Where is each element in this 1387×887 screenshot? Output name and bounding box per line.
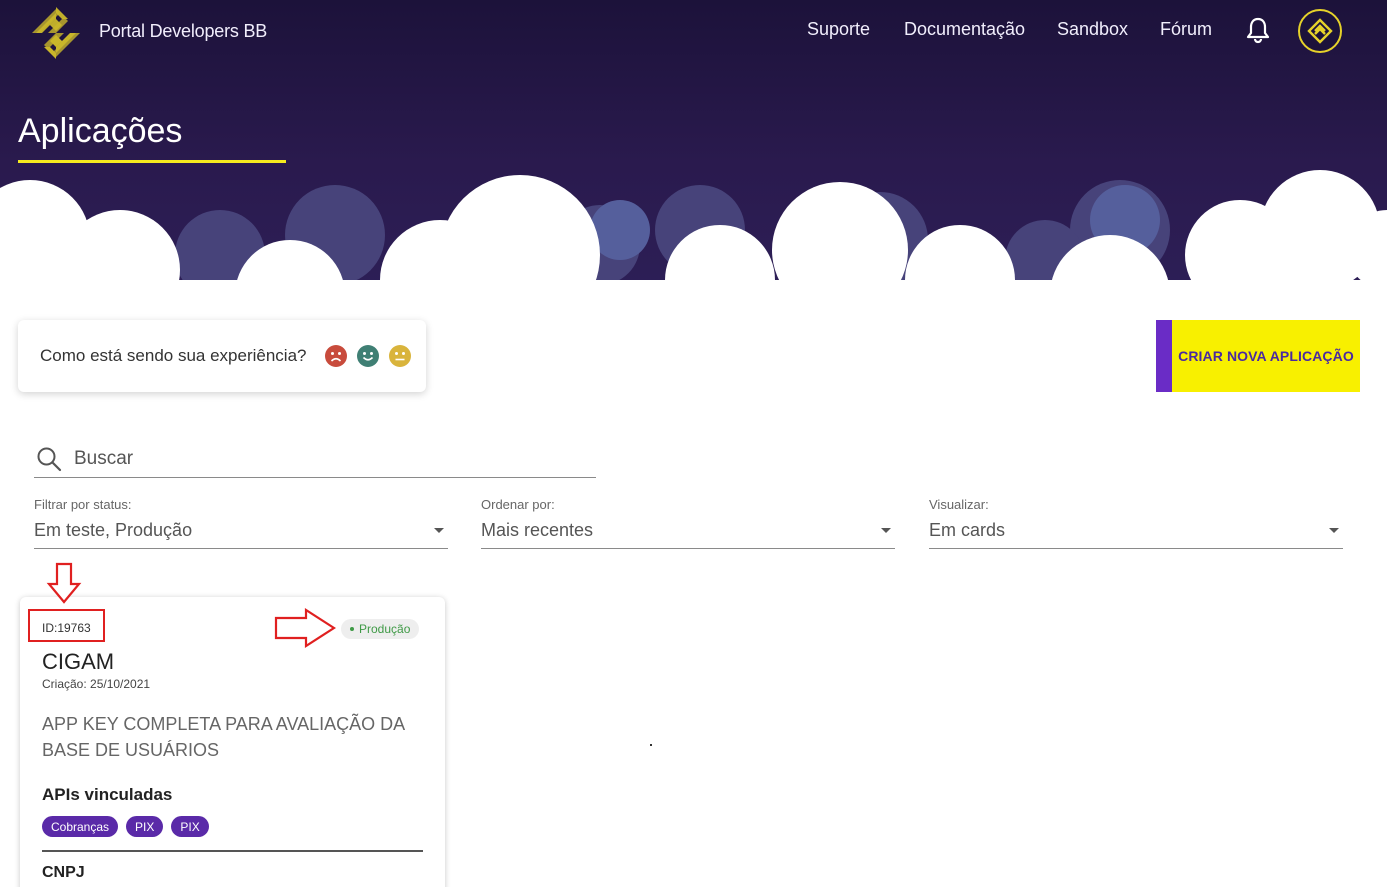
brand-name: Portal Developers BB [99, 21, 268, 41]
nav-documentacao[interactable]: Documentação [904, 19, 1025, 40]
application-description: APP KEY COMPLETA PARA AVALIAÇÃO DA BASE … [42, 714, 405, 760]
nav-forum[interactable]: Fórum [1160, 19, 1212, 40]
cloud-decoration [0, 170, 1387, 300]
view-select[interactable]: Visualizar: Em cards [929, 497, 1343, 549]
header-banner: Portal Developers BB Suporte Documentaçã… [0, 0, 1387, 300]
chevron-down-icon [1329, 528, 1339, 533]
application-name: CIGAM [42, 649, 115, 674]
happy-face-icon[interactable] [356, 345, 379, 367]
down-arrow-annotation-icon [46, 562, 82, 604]
chevron-down-icon [434, 528, 444, 533]
title-underline [18, 160, 286, 163]
feedback-card: Como está sendo sua experiência? [18, 320, 426, 392]
card-divider [42, 850, 423, 852]
view-value: Em cards [929, 520, 1006, 540]
linked-apis-list: Cobranças PIX PIX [42, 816, 217, 837]
annotation-highlight-box [28, 609, 105, 642]
sort-select[interactable]: Ordenar por: Mais recentes [481, 497, 895, 549]
cnpj-title: CNPJ [42, 864, 85, 881]
api-tag: PIX [126, 816, 164, 837]
view-label: Visualizar: [929, 497, 989, 512]
avatar[interactable] [1298, 9, 1342, 53]
bb-logo-icon[interactable] [28, 5, 84, 61]
status-badge: Produção [341, 619, 420, 639]
nav-suporte[interactable]: Suporte [807, 19, 870, 40]
right-arrow-annotation-icon [274, 608, 336, 648]
status-filter-label: Filtrar por status: [34, 497, 132, 512]
search-icon [37, 447, 62, 472]
status-filter-value: Em teste, Produção [34, 520, 193, 540]
feedback-question: Como está sendo sua experiência? [40, 346, 307, 365]
status-filter-select[interactable]: Filtrar por status: Em teste, Produção [34, 497, 448, 549]
status-dot-icon [350, 627, 354, 631]
api-tag: PIX [171, 816, 209, 837]
linked-apis-title: APIs vinculadas [42, 785, 173, 804]
sort-value: Mais recentes [481, 520, 594, 540]
status-label: Produção [359, 622, 411, 636]
sad-face-icon[interactable] [324, 345, 347, 367]
search-bar [34, 442, 596, 478]
search-input[interactable] [74, 446, 574, 472]
bb-logo-icon [1307, 18, 1333, 44]
bell-icon[interactable] [1244, 16, 1272, 44]
page-title: Aplicações [18, 112, 183, 150]
application-created-date: Criação: 25/10/2021 [42, 677, 151, 691]
api-tag: Cobranças [42, 816, 119, 837]
nav-sandbox[interactable]: Sandbox [1057, 19, 1128, 40]
create-application-button[interactable]: CRIAR NOVA APLICAÇÃO [1156, 320, 1360, 392]
neutral-face-icon[interactable] [388, 345, 411, 367]
stray-dot [650, 744, 652, 746]
chevron-down-icon [881, 528, 891, 533]
sort-label: Ordenar por: [481, 497, 555, 512]
